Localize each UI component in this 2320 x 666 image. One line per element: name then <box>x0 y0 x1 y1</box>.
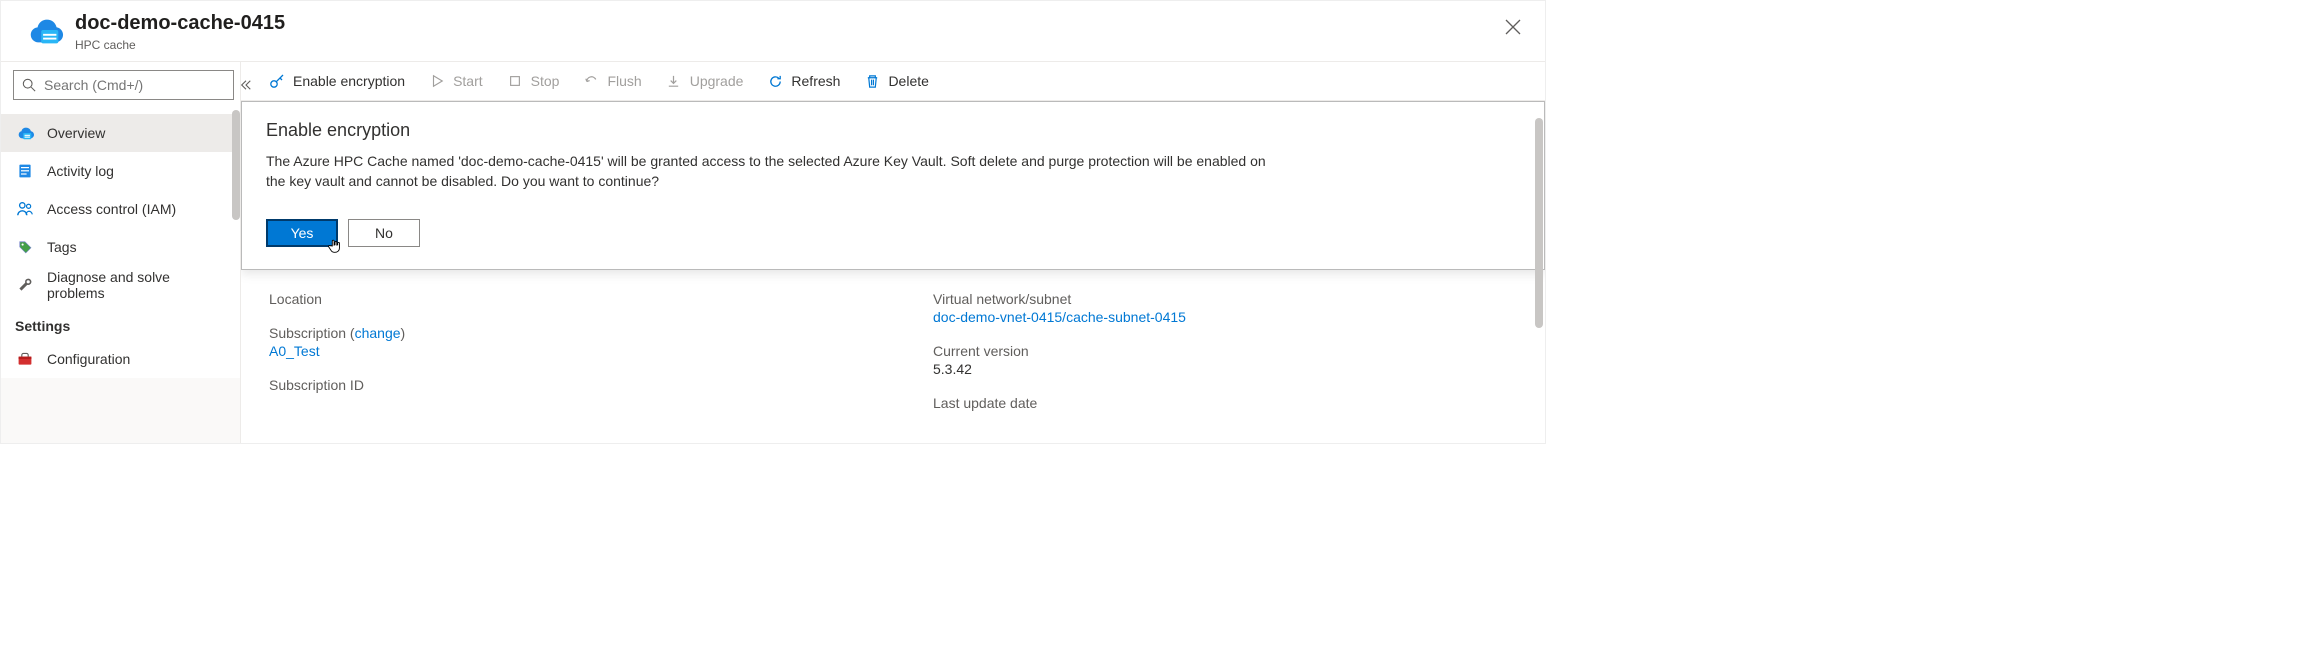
version-value: 5.3.42 <box>933 361 1517 377</box>
subscription-link[interactable]: A0_Test <box>269 343 853 359</box>
page-header: doc-demo-cache-0415 HPC cache <box>1 1 1545 61</box>
field-label: Subscription ID <box>269 377 853 393</box>
field-label: Last update date <box>933 395 1517 411</box>
toolbar: Enable encryption Start Stop <box>241 62 1545 101</box>
search-input[interactable] <box>44 77 225 93</box>
main: Enable encryption Start Stop <box>241 62 1545 443</box>
enable-encryption-dialog: Enable encryption The Azure HPC Cache na… <box>241 101 1545 270</box>
toolbar-refresh[interactable]: Refresh <box>757 63 850 99</box>
content-area: Location Subscription (change) A0_Test S… <box>241 101 1545 443</box>
toolbar-label: Delete <box>888 73 928 89</box>
sidebar-item-label: Access control (IAM) <box>47 201 176 217</box>
sidebar-item-label: Diagnose and solve problems <box>47 269 226 301</box>
sidebar-item-configuration[interactable]: Configuration <box>1 340 240 378</box>
field-label: Subscription (change) <box>269 325 853 341</box>
field-label: Virtual network/subnet <box>933 291 1517 307</box>
main-scrollbar[interactable] <box>1535 118 1543 328</box>
field-version: Current version 5.3.42 <box>933 343 1517 377</box>
stop-icon <box>507 73 523 89</box>
trash-icon <box>864 73 880 89</box>
field-label: Current version <box>933 343 1517 359</box>
header-text: doc-demo-cache-0415 HPC cache <box>75 11 1497 53</box>
dialog-no-button[interactable]: No <box>348 219 420 247</box>
toolbar-label: Start <box>453 73 483 89</box>
close-blade-button[interactable] <box>1497 11 1529 43</box>
button-label: Yes <box>291 225 314 241</box>
toolbar-start[interactable]: Start <box>419 63 493 99</box>
detail-col-right: Virtual network/subnet doc-demo-vnet-041… <box>933 291 1517 411</box>
detail-col-left: Location Subscription (change) A0_Test S… <box>269 291 853 411</box>
field-vnet: Virtual network/subnet doc-demo-vnet-041… <box>933 291 1517 325</box>
vnet-link[interactable]: doc-demo-vnet-0415/cache-subnet-0415 <box>933 309 1517 325</box>
flush-icon <box>583 73 599 89</box>
sidebar-item-access-control[interactable]: Access control (IAM) <box>1 190 240 228</box>
cursor-hand-icon <box>326 237 344 255</box>
toolbar-stop[interactable]: Stop <box>497 63 570 99</box>
toolbar-delete[interactable]: Delete <box>854 63 938 99</box>
sidebar-item-label: Activity log <box>47 163 114 179</box>
dialog-yes-button[interactable]: Yes <box>266 219 338 247</box>
sidebar-scrollbar[interactable] <box>232 110 240 220</box>
close-icon <box>1505 19 1521 35</box>
sidebar-item-tags[interactable]: Tags <box>1 228 240 266</box>
app-root: doc-demo-cache-0415 HPC cache <box>0 0 1546 444</box>
sidebar-item-overview[interactable]: Overview <box>1 114 240 152</box>
field-subscription-id: Subscription ID <box>269 377 853 393</box>
field-label: Location <box>269 291 853 307</box>
sidebar-item-label: Overview <box>47 125 105 141</box>
resource-icon <box>25 11 65 51</box>
nav: Overview Activity log Access control (IA… <box>1 108 240 378</box>
search-box[interactable] <box>13 70 234 100</box>
detail-grid: Location Subscription (change) A0_Test S… <box>269 291 1517 411</box>
dialog-buttons: Yes No <box>266 219 1520 247</box>
toolbar-label: Upgrade <box>690 73 744 89</box>
dialog-text: The Azure HPC Cache named 'doc-demo-cach… <box>266 151 1266 191</box>
toolbar-label: Stop <box>531 73 560 89</box>
people-icon <box>15 199 35 219</box>
field-subscription: Subscription (change) A0_Test <box>269 325 853 359</box>
sidebar-item-label: Tags <box>47 239 77 255</box>
toolbox-icon <box>15 349 35 369</box>
search-icon <box>22 78 36 92</box>
toolbar-label: Flush <box>607 73 641 89</box>
wrench-icon <box>15 275 35 295</box>
refresh-icon <box>767 73 783 89</box>
sidebar-section-settings: Settings <box>1 304 240 340</box>
toolbar-label: Refresh <box>791 73 840 89</box>
field-location: Location <box>269 291 853 307</box>
toolbar-enable-encryption[interactable]: Enable encryption <box>259 63 415 99</box>
tag-icon <box>15 237 35 257</box>
toolbar-flush[interactable]: Flush <box>573 63 651 99</box>
cloud-file-icon <box>15 123 35 143</box>
download-icon <box>666 73 682 89</box>
search-row <box>1 62 240 108</box>
sidebar: Overview Activity log Access control (IA… <box>1 62 241 443</box>
log-icon <box>15 161 35 181</box>
key-icon <box>269 73 285 89</box>
page-title: doc-demo-cache-0415 <box>75 11 1497 35</box>
dialog-title: Enable encryption <box>266 120 1520 141</box>
button-label: No <box>375 225 393 241</box>
sidebar-item-label: Configuration <box>47 351 130 367</box>
field-update-date: Last update date <box>933 395 1517 411</box>
body: Overview Activity log Access control (IA… <box>1 61 1545 443</box>
sidebar-item-diagnose[interactable]: Diagnose and solve problems <box>1 266 240 304</box>
resource-type: HPC cache <box>75 37 1497 53</box>
toolbar-upgrade[interactable]: Upgrade <box>656 63 754 99</box>
toolbar-label: Enable encryption <box>293 73 405 89</box>
play-icon <box>429 73 445 89</box>
subscription-change-link[interactable]: change <box>355 325 401 341</box>
sidebar-item-activity-log[interactable]: Activity log <box>1 152 240 190</box>
